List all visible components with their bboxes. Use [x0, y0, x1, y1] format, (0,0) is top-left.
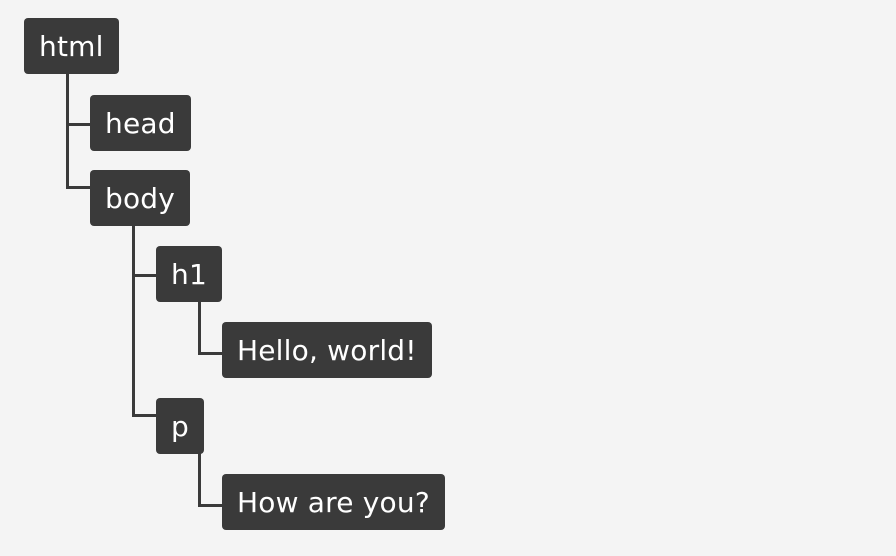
- node-h1-text: Hello, world!: [222, 322, 432, 378]
- node-body-label: body: [105, 181, 176, 215]
- node-p-label: p: [171, 409, 189, 443]
- node-p-text-label: How are you?: [237, 485, 430, 519]
- node-h1-label: h1: [171, 257, 207, 291]
- node-h1: h1: [156, 246, 222, 302]
- node-p-text: How are you?: [222, 474, 445, 530]
- node-h1-text-label: Hello, world!: [237, 333, 417, 367]
- connector-html-head: [66, 123, 92, 126]
- node-html: html: [24, 18, 119, 74]
- connector-body-trunk: [132, 224, 135, 417]
- connector-body-h1: [132, 274, 158, 277]
- node-p: p: [156, 398, 204, 454]
- connector-html-body: [66, 186, 92, 189]
- node-html-label: html: [39, 29, 104, 63]
- dom-tree-diagram: html head body h1 Hello, world! p How ar…: [0, 0, 896, 556]
- node-body: body: [90, 170, 191, 226]
- connector-html-trunk: [66, 72, 69, 189]
- connector-p-text: [198, 504, 224, 507]
- connector-h1-trunk: [198, 300, 201, 355]
- connector-p-trunk: [198, 452, 201, 507]
- connector-body-p: [132, 414, 158, 417]
- node-head-label: head: [105, 106, 176, 140]
- node-head: head: [90, 95, 191, 151]
- connector-h1-text: [198, 352, 224, 355]
